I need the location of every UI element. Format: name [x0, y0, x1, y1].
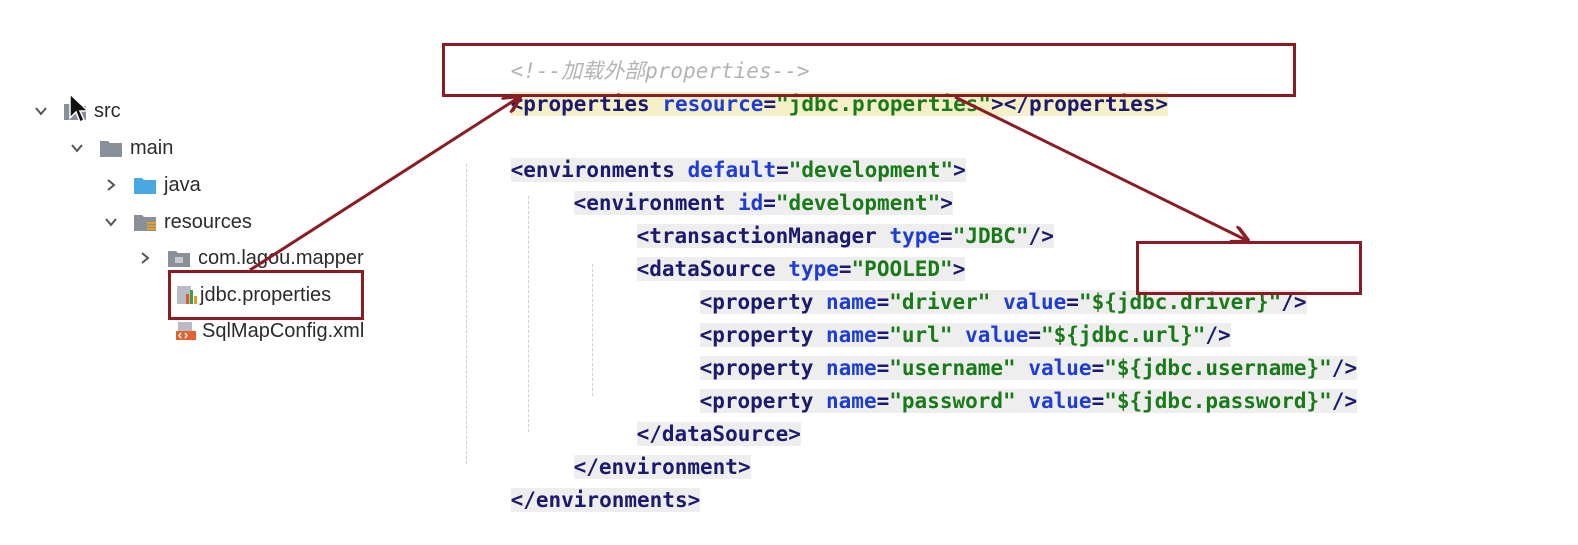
- code-line-transaction-manager: <transactionManager type="JDBC"/>: [586, 191, 1054, 248]
- xml-file-icon: [174, 320, 198, 342]
- tree-item-label: resources: [164, 210, 252, 233]
- tree-item-resources[interactable]: resources: [100, 207, 252, 237]
- xml-tag: />: [1331, 389, 1358, 413]
- tree-item-label: SqlMapConfig.xml: [202, 319, 365, 342]
- folder-icon: [98, 137, 124, 159]
- chevron-down-icon[interactable]: [66, 137, 88, 159]
- tree-item-com-lagou-mapper[interactable]: com.lagou.mapper: [134, 243, 364, 273]
- chevron-right-icon[interactable]: [100, 174, 122, 196]
- package-folder-icon: [166, 247, 192, 269]
- project-tree: src main java resources com.lagou.mapper…: [0, 0, 440, 534]
- tree-item-label: main: [130, 136, 174, 159]
- tree-item-main[interactable]: main: [66, 133, 173, 163]
- xml-eq: =: [876, 389, 890, 413]
- resources-folder-icon: [132, 211, 158, 233]
- code-line-environment-end: </environment>: [523, 422, 751, 479]
- tree-item-sqlmapconfig-xml[interactable]: SqlMapConfig.xml: [174, 316, 364, 346]
- xml-attr: name: [826, 389, 877, 413]
- tree-item-label: com.lagou.mapper: [198, 246, 364, 269]
- code-line-environments-end: </environments>: [460, 455, 701, 512]
- xml-value: "${jdbc.password}": [1104, 389, 1332, 413]
- tree-item-label: src: [94, 99, 121, 122]
- code-line-environments: <environments default="development">: [460, 125, 966, 182]
- xml-tag: >: [953, 158, 966, 182]
- xml-value: "password": [889, 389, 1016, 413]
- annotation-box-properties: [442, 43, 1296, 97]
- xml-eq: =: [1091, 389, 1105, 413]
- code-line-datasource: <dataSource type="POOLED">: [586, 224, 966, 281]
- chevron-right-icon[interactable]: [134, 247, 156, 269]
- code-line-datasource-end: </dataSource>: [586, 389, 801, 446]
- tree-item-label: java: [164, 173, 201, 196]
- mouse-cursor-icon: [69, 92, 90, 124]
- xml-tag: </environments>: [510, 488, 701, 512]
- xml-attr: value: [1028, 389, 1092, 413]
- code-line-property-password: <property name="password" value="${jdbc.…: [649, 356, 1358, 413]
- annotation-box-jdbc-properties: [168, 270, 364, 320]
- chevron-down-icon[interactable]: [100, 211, 122, 233]
- xml-tag: />: [1028, 224, 1054, 248]
- code-line-environment: <environment id="development">: [523, 158, 953, 215]
- tree-item-java[interactable]: java: [100, 170, 201, 200]
- java-source-folder-icon: [132, 174, 158, 196]
- annotation-box-jdbc-driver: [1136, 241, 1362, 295]
- code-line-property-username: <property name="username" value="${jdbc.…: [649, 323, 1358, 380]
- chevron-down-icon[interactable]: [30, 100, 52, 122]
